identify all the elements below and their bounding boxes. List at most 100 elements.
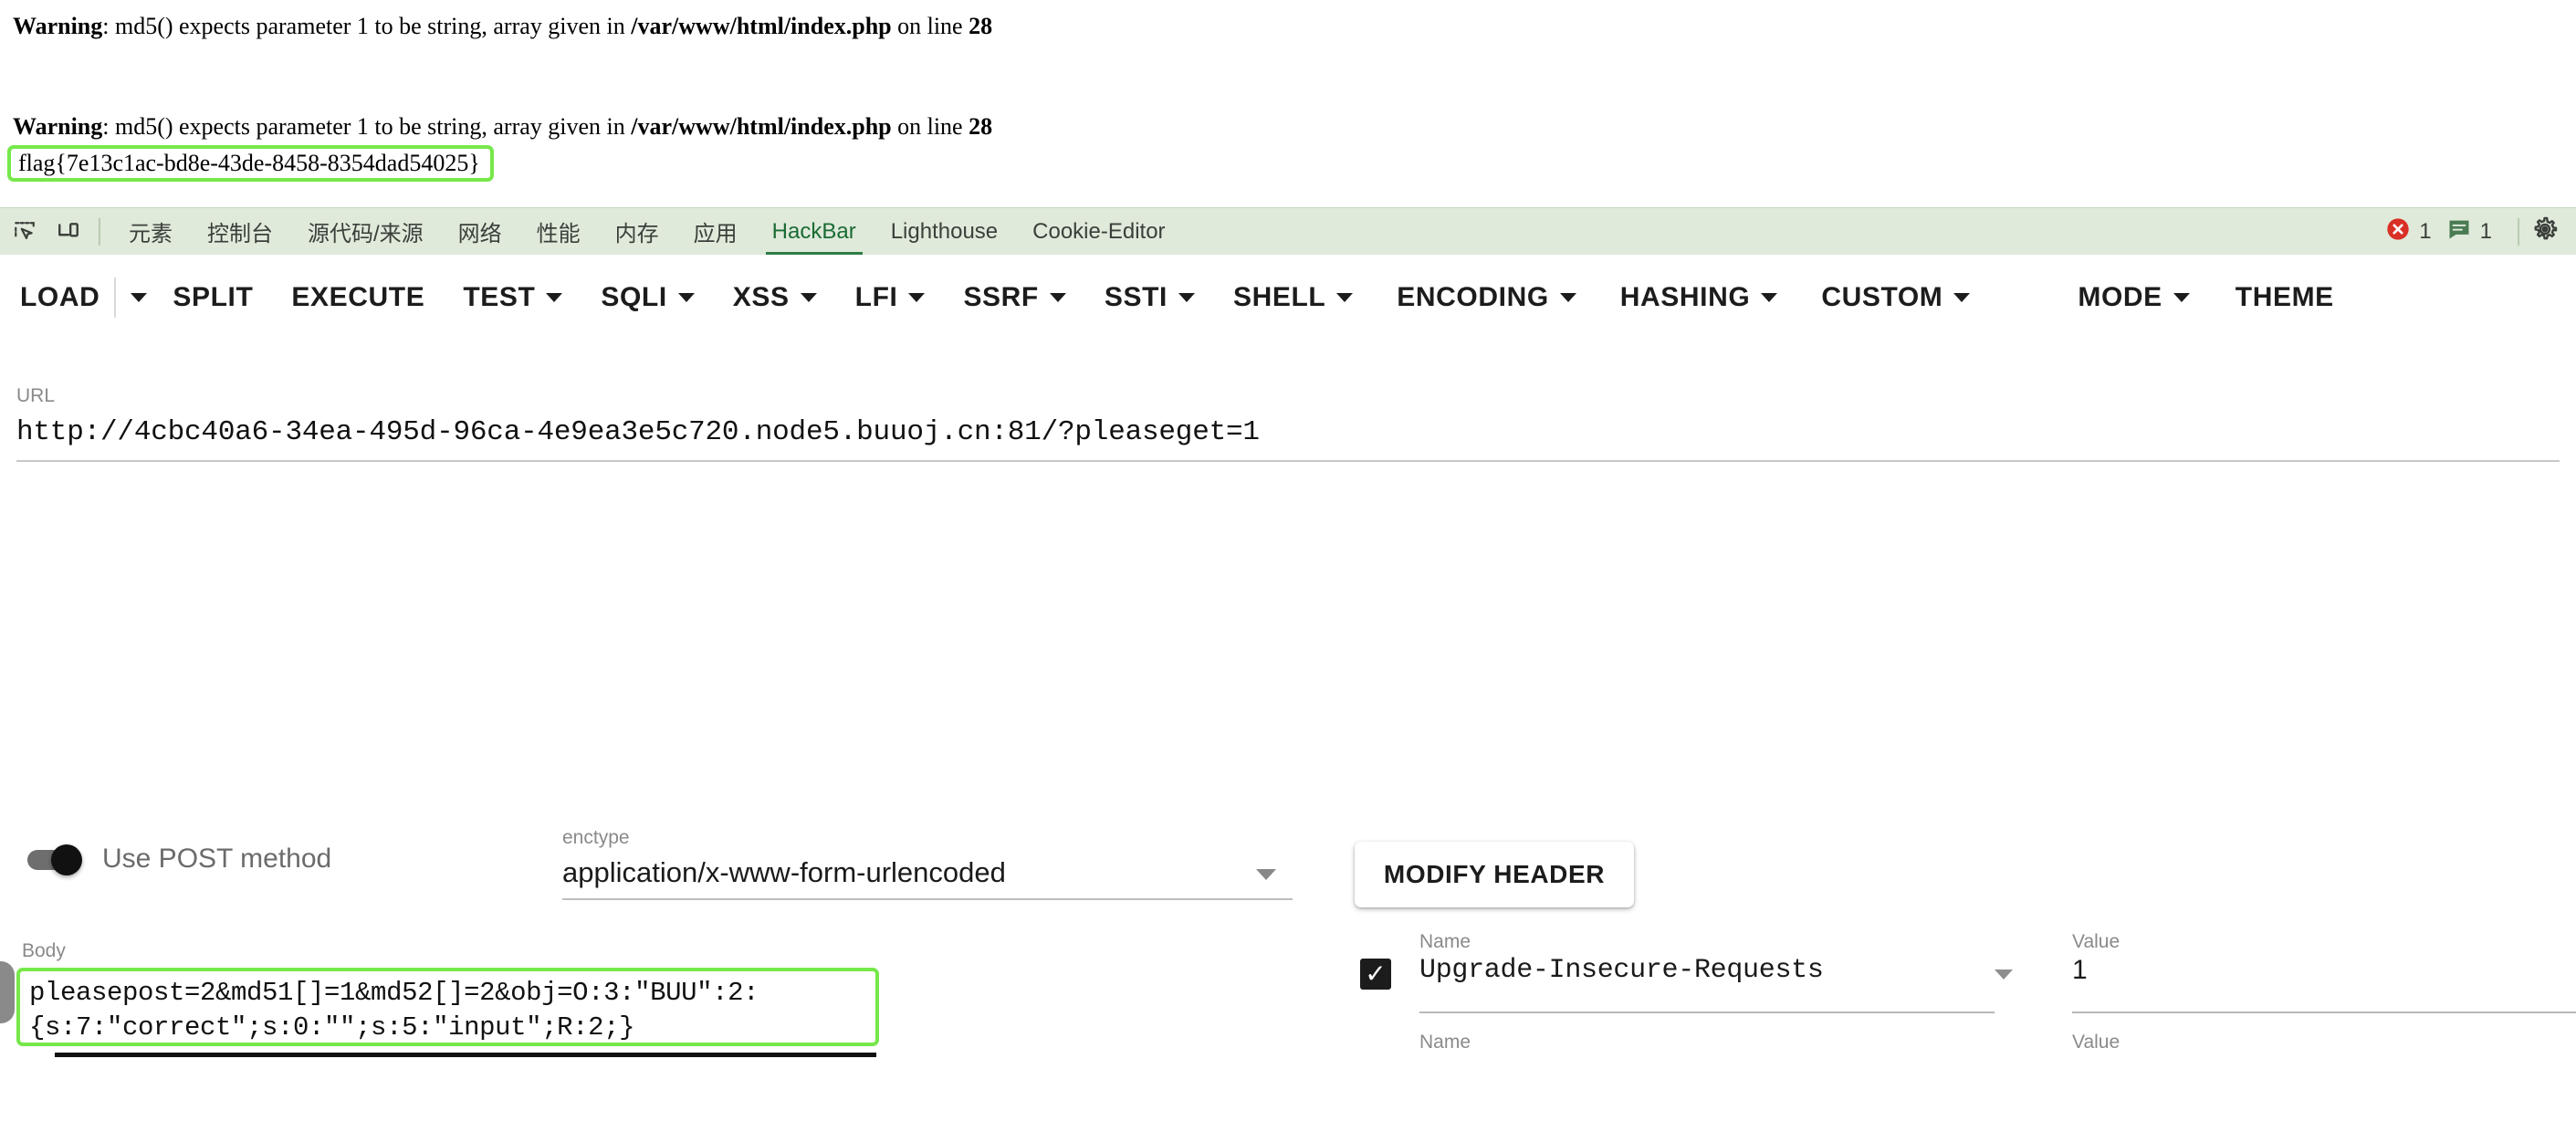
menu-label: SQLI [601, 281, 667, 312]
tab-label: 元素 [129, 222, 173, 246]
header-name-label: Name [1419, 931, 1471, 952]
menu-label: THEME [2235, 281, 2334, 312]
menu-label: TEST [463, 281, 536, 312]
tab-cookie-editor[interactable]: Cookie-Editor [1015, 208, 1182, 256]
hackbar-menu-theme[interactable]: THEME [2236, 273, 2334, 322]
tab-elements[interactable]: 元素 [111, 208, 190, 256]
enctype-underline [562, 898, 1293, 900]
tab-label: 控制台 [207, 222, 273, 246]
toggle-switch[interactable] [27, 844, 82, 875]
hackbar-menu-execute[interactable]: EXECUTE [291, 273, 424, 322]
scrollbar-thumb[interactable] [0, 961, 15, 1023]
hackbar-menu-load-dropdown[interactable] [131, 284, 148, 311]
flag-highlight-box: flag{7e13c1ac-bd8e-43de-8458-8354dad5402… [7, 145, 494, 182]
menu-divider [114, 277, 117, 318]
menu-label: CUSTOM [1821, 281, 1943, 312]
tab-network[interactable]: 网络 [441, 208, 519, 256]
php-warning-line: Warning: md5() expects parameter 1 to be… [13, 13, 992, 40]
warning-message: : md5() expects parameter 1 to be string… [102, 113, 632, 140]
header-value-input[interactable]: 1 [2072, 955, 2088, 986]
menu-label: XSS [732, 281, 790, 312]
tab-lighthouse[interactable]: Lighthouse [874, 208, 1015, 256]
hackbar-menu-custom[interactable]: CUSTOM [1821, 273, 1971, 322]
use-post-method-label: Use POST method [102, 844, 332, 874]
body-textarea[interactable]: pleasepost=2&md51[]=1&md52[]=2&obj=O:3:"… [16, 968, 879, 1046]
menu-label: ENCODING [1397, 281, 1549, 312]
hackbar-menu-bar: LOAD SPLIT EXECUTE TEST SQLI XSS LFI SSR… [0, 255, 2576, 340]
warning-file-path: /var/www/html/index.php [631, 113, 892, 140]
chevron-down-icon [546, 292, 563, 302]
warning-message: : md5() expects parameter 1 to be string… [102, 13, 632, 39]
use-post-method-toggle[interactable]: Use POST method [27, 844, 331, 875]
modify-header-button[interactable]: MODIFY HEADER [1355, 842, 1634, 907]
tab-hackbar[interactable]: HackBar [755, 208, 874, 256]
tab-console[interactable]: 控制台 [190, 208, 290, 256]
menu-label: SSTI [1104, 281, 1168, 312]
devtools-status-area: 1 1 [2385, 215, 2576, 248]
hackbar-menu-ssrf[interactable]: SSRF [963, 273, 1066, 322]
url-field-label: URL [16, 385, 56, 406]
hackbar-menu-load[interactable]: LOAD [20, 273, 99, 322]
hackbar-menu-lfi[interactable]: LFI [855, 273, 926, 322]
inspect-element-icon[interactable] [5, 213, 44, 251]
hackbar-menu-xss[interactable]: XSS [733, 273, 817, 322]
flag-text: flag{7e13c1ac-bd8e-43de-8458-8354dad5402… [18, 149, 480, 176]
error-icon[interactable] [2385, 216, 2411, 246]
chevron-down-icon[interactable] [1256, 869, 1276, 880]
warning-file-path: /var/www/html/index.php [631, 13, 892, 39]
tab-application[interactable]: 应用 [676, 208, 755, 256]
tab-label: 性能 [536, 222, 581, 246]
enctype-select[interactable]: enctype application/x-www-form-urlencode… [562, 827, 1293, 900]
hackbar-menu-ssti[interactable]: SSTI [1105, 273, 1195, 322]
tab-label: 网络 [457, 222, 502, 246]
header-name-input[interactable]: Upgrade-Insecure-Requests [1419, 955, 1824, 986]
header-row: Name Value [1351, 1032, 2574, 1132]
chevron-down-icon [1336, 292, 1354, 302]
enctype-selected-value: application/x-www-form-urlencoded [562, 856, 1006, 888]
check-icon: ✓ [1365, 959, 1387, 988]
warning-line-number: 28 [969, 113, 993, 140]
hackbar-menu-sqli[interactable]: SQLI [601, 273, 695, 322]
menu-label: LFI [854, 281, 898, 312]
hackbar-menu-shell[interactable]: SHELL [1233, 273, 1354, 322]
header-name-label: Name [1419, 1032, 1471, 1053]
chevron-down-icon [1761, 292, 1778, 302]
menu-label: EXECUTE [291, 281, 425, 312]
chevron-down-icon [2173, 292, 2190, 302]
tab-memory[interactable]: 内存 [598, 208, 676, 256]
header-row: Name Value ✓ Upgrade-Insecure-Requests 1 [1351, 931, 2576, 1032]
hackbar-menu-hashing[interactable]: HASHING [1620, 273, 1778, 322]
device-toolbar-icon[interactable] [49, 213, 88, 251]
header-value-underline [2072, 1011, 2576, 1013]
hackbar-menu-test[interactable]: TEST [463, 273, 563, 322]
hackbar-menu-encoding[interactable]: ENCODING [1397, 273, 1576, 322]
status-divider [2518, 217, 2519, 246]
header-value-label: Value [2072, 1032, 2120, 1053]
warning-line-number: 28 [969, 13, 993, 39]
hackbar-menu-split[interactable]: SPLIT [173, 273, 253, 322]
message-icon[interactable] [2446, 216, 2472, 246]
header-enable-checkbox[interactable]: ✓ [1360, 959, 1391, 990]
chevron-down-icon [1178, 292, 1195, 302]
tab-label: 内存 [614, 222, 659, 246]
body-field-label: Body [22, 940, 66, 961]
menu-label: SPLIT [173, 281, 254, 312]
toolbar-divider [99, 217, 100, 246]
devtools-toolbar: 元素 控制台 源代码/来源 网络 性能 内存 应用 HackBar Lighth… [0, 207, 2576, 256]
url-input[interactable]: http://4cbc40a6-34ea-495d-96ca-4e9ea3e5c… [16, 416, 2563, 448]
chevron-down-icon[interactable] [1995, 970, 2013, 980]
tab-performance[interactable]: 性能 [519, 208, 598, 256]
gear-icon[interactable] [2530, 215, 2560, 248]
browser-page-content: Warning: md5() expects parameter 1 to be… [0, 0, 2576, 207]
hackbar-menu-mode[interactable]: MODE [2078, 273, 2190, 322]
hackbar-panel: URL http://4cbc40a6-34ea-495d-96ca-4e9ea… [0, 340, 2576, 1057]
chevron-down-icon [1049, 292, 1066, 302]
url-input-underline [16, 460, 2560, 462]
chevron-down-icon [1559, 292, 1576, 302]
chevron-down-icon [677, 292, 695, 302]
header-name-underline [1419, 1011, 1995, 1013]
tab-label: HackBar [771, 218, 856, 244]
php-warning-line: Warning: md5() expects parameter 1 to be… [13, 113, 992, 141]
tab-sources[interactable]: 源代码/来源 [290, 208, 441, 256]
menu-label: SSRF [963, 281, 1039, 312]
